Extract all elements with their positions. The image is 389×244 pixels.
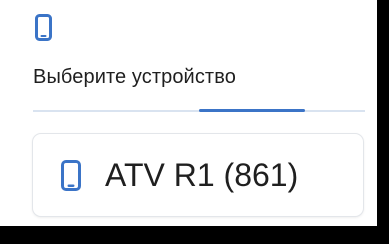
device-picker-panel: Выберите устройство ATV R1 (861) — [0, 0, 377, 226]
smartphone-icon — [35, 14, 52, 41]
progress-indicator — [199, 109, 306, 112]
smartphone-icon — [61, 160, 81, 191]
page-title: Выберите устройство — [33, 66, 236, 88]
progress-bar — [33, 109, 365, 112]
device-list-item[interactable]: ATV R1 (861) — [33, 134, 363, 216]
device-name: ATV R1 (861) — [105, 157, 299, 193]
